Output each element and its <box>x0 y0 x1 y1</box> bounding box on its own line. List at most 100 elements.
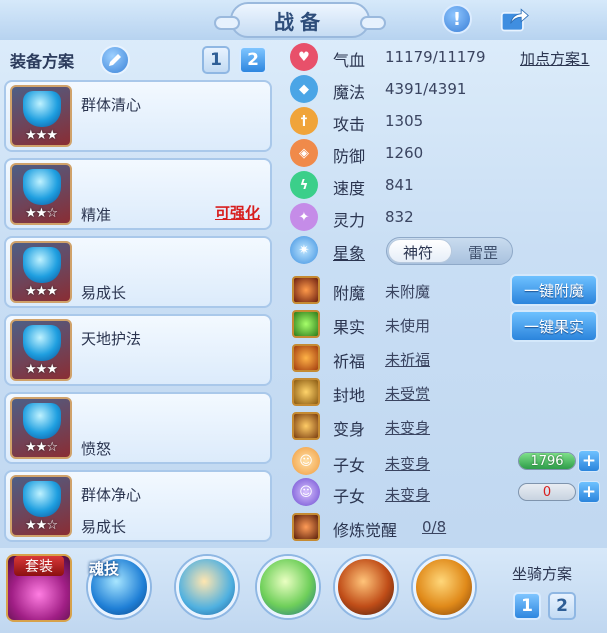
shield-icon: ◈ <box>290 139 318 167</box>
fruit-icon <box>292 310 320 338</box>
equip-thumbnail: ★★★ <box>10 319 72 381</box>
equip-thumbnail: ★★☆ <box>10 163 72 225</box>
star-sign-toggle[interactable]: 神符 雷罡 <box>386 237 513 265</box>
mount-scheme-1-button[interactable]: 1 <box>513 592 541 620</box>
stat-row-hp: ♥ 气血 11179/11179 <box>290 42 600 72</box>
lightning-icon: ϟ <box>290 171 318 199</box>
toggle-option-shenfu[interactable]: 神符 <box>403 242 433 263</box>
page-title: 战备 <box>214 2 386 38</box>
child-1-add-button[interactable]: + <box>578 450 600 472</box>
enh-value-link[interactable]: 未变身 <box>385 484 430 505</box>
equip-scheme-2-button[interactable]: 2 <box>239 46 267 74</box>
star-rating: ★★☆ <box>25 206 58 221</box>
one-click-fruit-button[interactable]: 一键果实 <box>510 310 598 342</box>
equip-thumbnail: ★★★ <box>10 85 72 147</box>
skill-slot-monk-icon[interactable] <box>176 556 238 618</box>
stat-row-speed: ϟ 速度 841 <box>290 170 600 200</box>
armor-icon <box>23 325 61 361</box>
enh-name: 果实 <box>333 318 366 337</box>
boots-icon <box>23 481 61 517</box>
weapon-icon <box>23 91 61 127</box>
skill-slot-warrior-icon[interactable] <box>335 556 397 618</box>
one-click-enchant-button[interactable]: 一键附魔 <box>510 274 598 306</box>
blessing-icon <box>292 344 320 372</box>
share-icon[interactable] <box>500 4 530 34</box>
stat-name: 灵力 <box>333 211 366 230</box>
mount-scheme-label: 坐骑方案 <box>512 565 573 583</box>
stat-row-attack: † 攻击 1305 <box>290 106 600 136</box>
equip-skill-name: 群体净心 <box>81 486 142 504</box>
progress-value: 1796 <box>530 454 564 469</box>
mount-scheme-2-button[interactable]: 2 <box>548 592 576 620</box>
transform-icon <box>292 412 320 440</box>
cultivate-row: 修炼觉醒 0/8 <box>290 511 600 543</box>
stat-row-mp: ◆ 魔法 4391/4391 <box>290 74 600 104</box>
enh-name: 附魔 <box>333 284 366 303</box>
enh-name: 子女 <box>333 456 366 475</box>
fief-row: 封地 未受赏 <box>290 376 600 408</box>
soul-skill-tag: 魂技 <box>89 560 120 578</box>
star-rating: ★★★ <box>25 362 58 377</box>
toggle-option-leigang[interactable]: 雷罡 <box>468 242 498 263</box>
stat-row-defense: ◈ 防御 1260 <box>290 138 600 168</box>
stat-value: 4391/4391 <box>385 80 467 98</box>
stat-value: 841 <box>385 176 414 194</box>
equip-slot-5[interactable]: ★★☆ 愤怒 <box>4 392 272 464</box>
necklace-icon <box>23 247 61 283</box>
heart-icon: ♥ <box>290 43 318 71</box>
enh-value-link[interactable]: 未祈福 <box>385 349 430 370</box>
star-sign-icon: ✷ <box>290 236 318 264</box>
stat-value: 1260 <box>385 144 424 162</box>
stat-name: 速度 <box>333 179 366 198</box>
equip-slot-3[interactable]: ★★★ 易成长 <box>4 236 272 308</box>
sword-icon: † <box>290 107 318 135</box>
equip-trait: 易成长 <box>81 284 127 302</box>
equip-trait: 愤怒 <box>81 440 112 458</box>
star-rating: ★★☆ <box>25 440 58 455</box>
spirit-icon: ✦ <box>290 203 318 231</box>
progress-value: 0 <box>542 485 552 500</box>
equip-slot-4[interactable]: ★★★ 天地护法 <box>4 314 272 386</box>
enh-value-link[interactable]: 未变身 <box>385 453 430 474</box>
mana-icon: ◆ <box>290 75 318 103</box>
equip-slot-6[interactable]: ★★☆ 群体净心 易成长 <box>4 470 272 542</box>
enh-value-link[interactable]: 未受赏 <box>385 383 430 404</box>
equip-slot-1[interactable]: ★★★ 群体清心 <box>4 80 272 152</box>
skill-slot-orb-icon[interactable] <box>257 556 319 618</box>
enh-value-link[interactable]: 未变身 <box>385 417 430 438</box>
enh-name: 祈福 <box>333 352 366 371</box>
stat-row-spirit: ✦ 灵力 832 <box>290 202 600 232</box>
star-rating: ★★★ <box>25 284 58 299</box>
helmet-icon <box>23 169 61 205</box>
equip-scheme-1-button[interactable]: 1 <box>202 46 230 74</box>
equip-slot-2[interactable]: ★★☆ 精准 可强化 <box>4 158 272 230</box>
suit-tag: 套装 <box>14 556 64 576</box>
stat-name: 攻击 <box>333 115 366 134</box>
child-avatar-icon: ☺ <box>292 447 320 475</box>
belt-icon <box>23 403 61 439</box>
transform-row: 变身 未变身 <box>290 410 600 442</box>
cultivate-icon <box>292 513 320 541</box>
equip-thumbnail: ★★★ <box>10 241 72 303</box>
equip-thumbnail: ★★☆ <box>10 397 72 459</box>
enh-name: 子女 <box>333 487 366 506</box>
enh-value: 未附魔 <box>385 283 431 301</box>
child-2-add-button[interactable]: + <box>578 481 600 503</box>
stat-value: 832 <box>385 208 414 226</box>
cultivate-value-link[interactable]: 0/8 <box>422 518 446 536</box>
suit-slot[interactable]: 套装 <box>6 554 72 622</box>
stat-value: 11179/11179 <box>385 48 486 66</box>
enhance-available-link[interactable]: 可强化 <box>215 202 260 223</box>
star-sign-label[interactable]: 星象 <box>333 240 365 264</box>
blessing-row: 祈福 未祈福 <box>290 342 600 374</box>
skill-slot-fist-icon[interactable] <box>413 556 475 618</box>
enh-name: 变身 <box>333 420 366 439</box>
child-2-progress-bar: 0 <box>518 483 576 501</box>
equip-trait: 易成长 <box>81 518 127 536</box>
enchant-icon <box>292 276 320 304</box>
child-1-progress-bar: 1796 <box>518 452 576 470</box>
edit-icon[interactable] <box>100 45 130 75</box>
alert-icon[interactable]: ! <box>442 4 472 34</box>
enh-value: 未使用 <box>385 317 431 335</box>
equip-skill-name: 群体清心 <box>81 96 142 114</box>
